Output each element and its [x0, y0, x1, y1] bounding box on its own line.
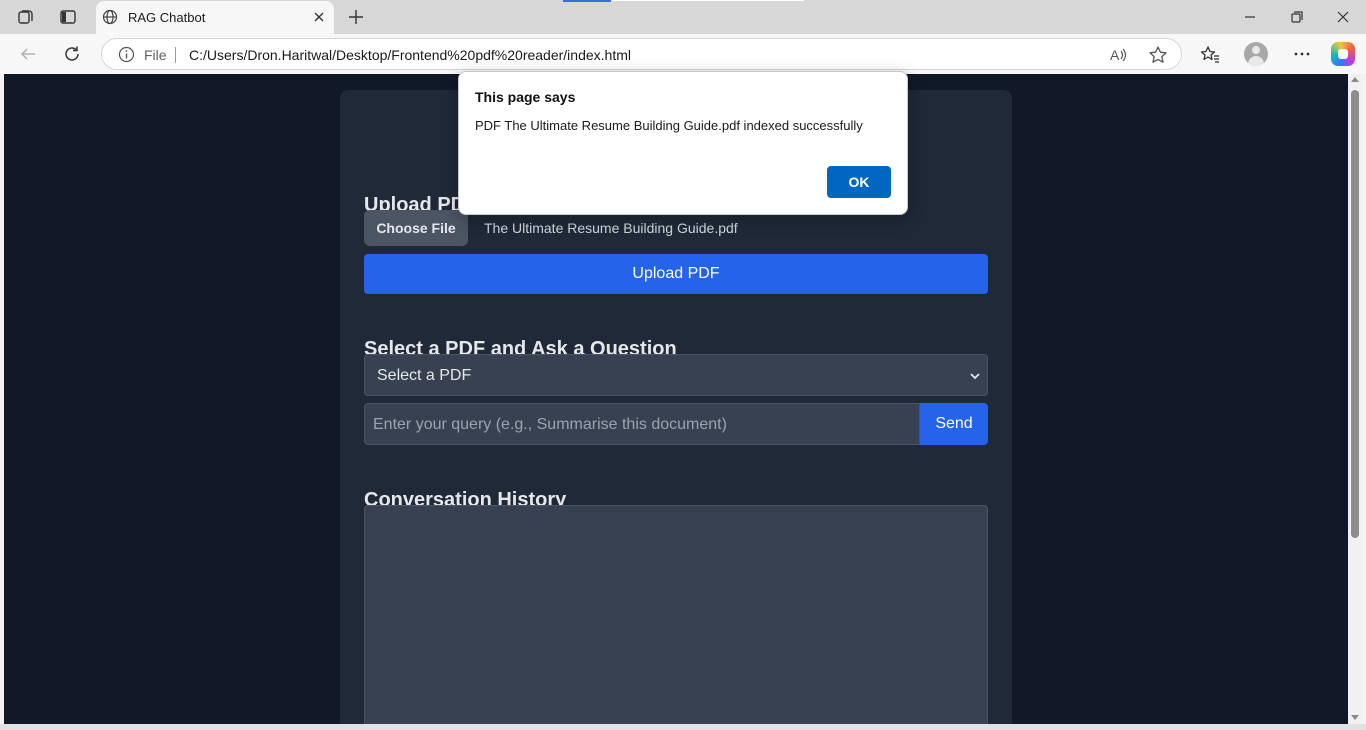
refresh-icon[interactable] [60, 42, 84, 66]
window-accent-strip [563, 0, 611, 2]
send-button[interactable]: Send [920, 403, 988, 445]
profile-avatar[interactable] [1244, 42, 1268, 66]
close-tab-icon[interactable] [310, 8, 328, 26]
more-icon[interactable] [1290, 42, 1314, 66]
scroll-down-arrow[interactable] [1351, 715, 1359, 720]
restore-icon[interactable] [1285, 5, 1309, 29]
svg-text:A: A [1110, 47, 1120, 63]
workspaces-icon[interactable] [16, 7, 36, 27]
tab-rag-chatbot[interactable]: RAG Chatbot [96, 1, 334, 34]
browser-toolbar: File C:/Users/Dron.Haritwal/Desktop/Fron… [0, 34, 1366, 74]
read-aloud-icon[interactable]: A [1108, 45, 1128, 70]
scroll-up-arrow[interactable] [1351, 77, 1359, 82]
address-scheme-label: File [144, 47, 167, 63]
minimize-icon[interactable] [1238, 5, 1262, 29]
vertical-tabs-icon[interactable] [58, 7, 78, 27]
pdf-select-value: Select a PDF [377, 367, 472, 384]
address-url[interactable]: C:/Users/Dron.Haritwal/Desktop/Frontend%… [189, 47, 631, 63]
window-accent-strip-light [612, 0, 804, 1]
favorite-star-icon[interactable] [1148, 45, 1168, 70]
upload-pdf-button[interactable]: Upload PDF [364, 254, 988, 294]
dialog-message: PDF The Ultimate Resume Building Guide.p… [475, 118, 863, 133]
copilot-icon[interactable] [1331, 42, 1355, 66]
ok-button[interactable]: OK [827, 166, 891, 198]
tab-title: RAG Chatbot [128, 10, 206, 25]
page-scrollbar[interactable] [1348, 74, 1362, 724]
alert-dialog: This page says PDF The Ultimate Resume B… [458, 71, 908, 215]
close-window-icon[interactable] [1331, 5, 1355, 29]
globe-icon [102, 9, 118, 30]
back-icon[interactable] [16, 42, 40, 66]
address-bar[interactable]: File C:/Users/Dron.Haritwal/Desktop/Fron… [101, 38, 1182, 70]
address-separator [175, 47, 176, 63]
conversation-history[interactable] [364, 505, 988, 724]
scroll-thumb[interactable] [1351, 90, 1359, 538]
favorites-icon[interactable] [1198, 42, 1222, 66]
selected-file-name: The Ultimate Resume Building Guide.pdf [484, 220, 738, 236]
info-icon[interactable] [118, 46, 135, 68]
query-input[interactable]: Enter your query (e.g., Summarise this d… [364, 403, 920, 445]
browser-tab-bar: RAG Chatbot [0, 0, 1366, 34]
pdf-select[interactable]: Select a PDF [364, 354, 988, 396]
taskbar-edge [0, 724, 1366, 730]
new-tab-icon[interactable] [346, 7, 366, 27]
dialog-title: This page says [475, 89, 576, 105]
chevron-down-icon [969, 369, 981, 387]
choose-file-button[interactable]: Choose File [364, 210, 468, 246]
query-placeholder: Enter your query (e.g., Summarise this d… [373, 416, 727, 433]
